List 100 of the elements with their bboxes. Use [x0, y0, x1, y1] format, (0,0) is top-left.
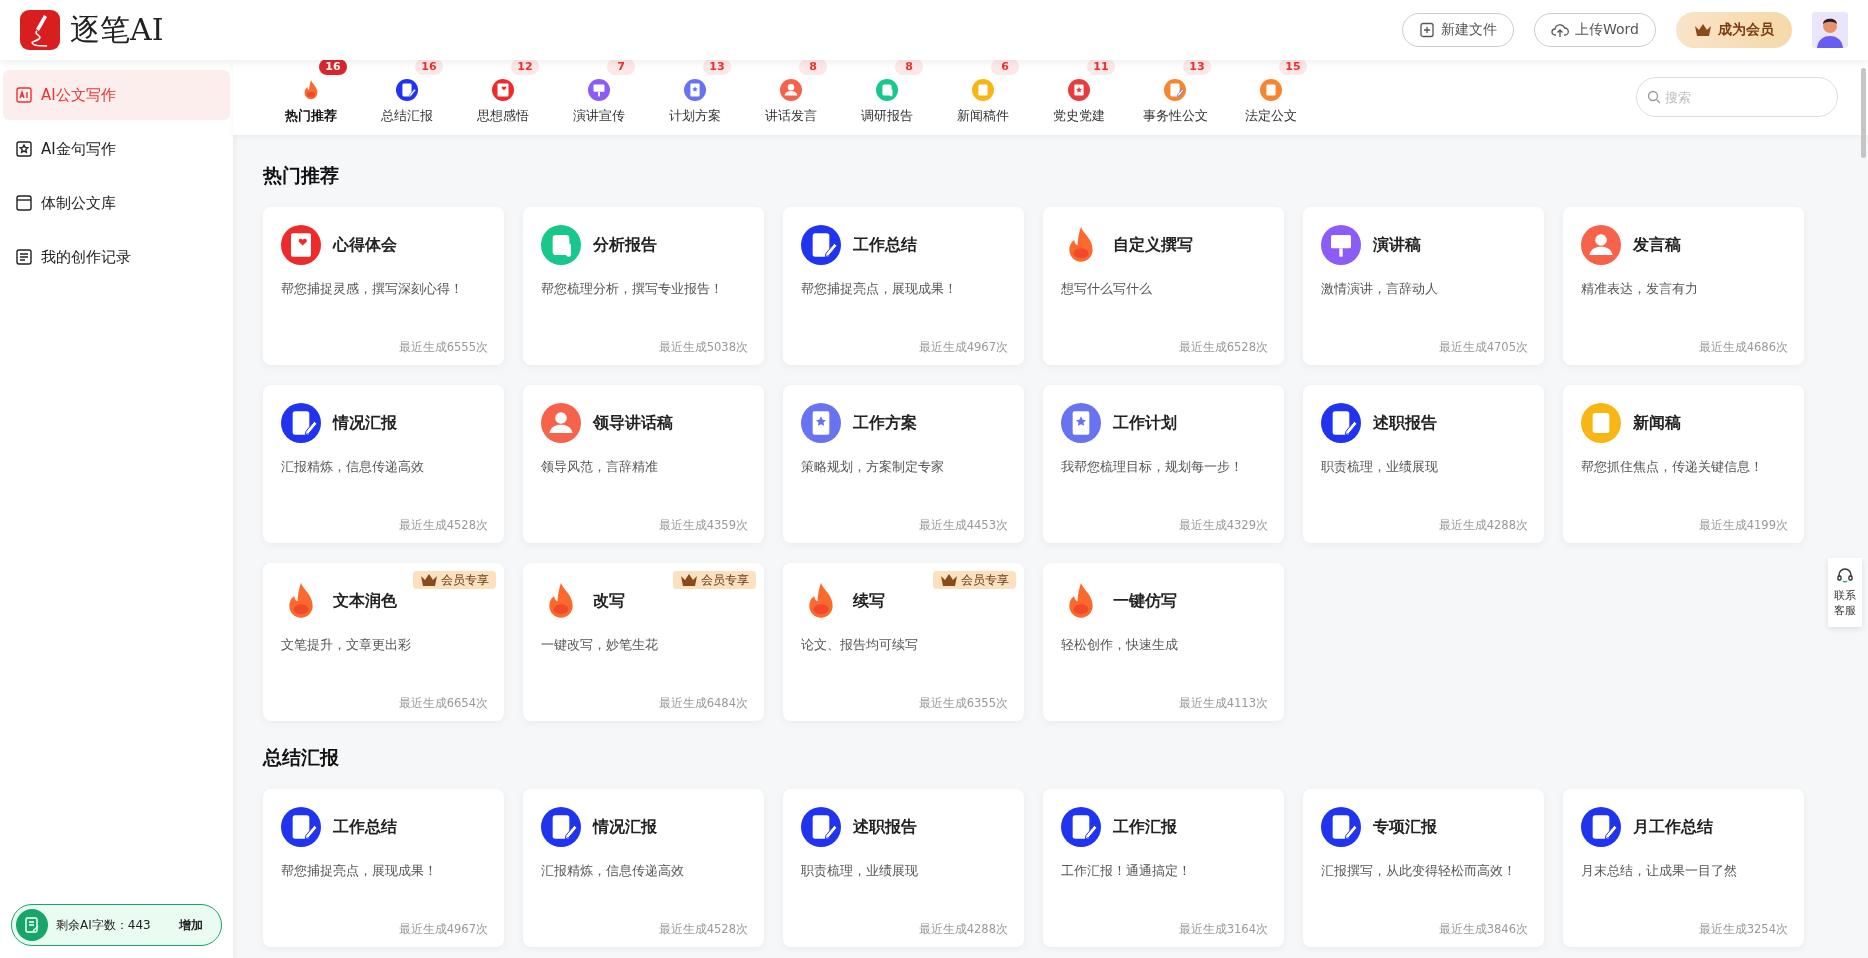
template-card[interactable]: 专项汇报 汇报撰写，从此变得轻松而高效！ 最近生成3846次	[1303, 789, 1544, 947]
upload-button[interactable]: 上传Word	[1534, 13, 1656, 47]
usage-count: 最近生成6528次	[1178, 340, 1268, 355]
card-description: 帮您捕捉灵感，撰写深刻心得！	[281, 280, 464, 298]
document-icon	[396, 79, 418, 101]
avatar[interactable]	[1812, 12, 1848, 48]
ai-document-icon	[15, 86, 33, 104]
template-card[interactable]: 工作计划 我帮您梳理目标，规划每一步！ 最近生成4329次	[1043, 385, 1284, 543]
template-card[interactable]: 述职报告 职责梳理，业绩展现 最近生成4288次	[783, 789, 1024, 947]
usage-count: 最近生成4359次	[658, 518, 748, 533]
notebook-icon	[15, 248, 33, 266]
category-tab[interactable]: 13 计划方案	[647, 59, 743, 125]
sidebar-item[interactable]: 体制公文库	[3, 178, 230, 228]
card-title: 一键仿写	[1113, 590, 1177, 612]
search-field[interactable]: 搜索	[1636, 77, 1838, 117]
usage-count: 最近生成4686次	[1698, 340, 1788, 355]
document-icon	[972, 79, 994, 101]
category-tab[interactable]: 8 讲话发言	[743, 59, 839, 125]
usage-count: 最近生成4453次	[918, 518, 1008, 533]
card-title: 工作总结	[853, 234, 917, 256]
member-badge: 会员专享	[413, 571, 496, 589]
card-title: 工作计划	[1113, 412, 1177, 434]
usage-count: 最近生成3846次	[1438, 922, 1528, 937]
heart-document-icon	[492, 79, 514, 101]
search-icon	[1647, 90, 1661, 104]
category-tab[interactable]: 7 演讲宣传	[551, 59, 647, 125]
card-title: 文本润色	[333, 590, 397, 612]
card-description: 激情演讲，言辞动人	[1321, 280, 1439, 298]
star-document-icon	[1068, 79, 1090, 101]
usage-count: 最近生成4288次	[918, 922, 1008, 937]
card-description: 职责梳理，业绩展现	[801, 862, 919, 880]
template-card[interactable]: 领导讲话稿 领导风范，言辞精准 最近生成4359次	[523, 385, 764, 543]
category-tab[interactable]: 6 新闻稿件	[935, 59, 1031, 125]
template-card[interactable]: 新闻稿 帮您抓住焦点，传递关键信息！ 最近生成4199次	[1563, 385, 1804, 543]
heart-document-icon	[281, 225, 321, 265]
template-card[interactable]: 工作汇报 工作汇报！通通搞定！ 最近生成3164次	[1043, 789, 1284, 947]
template-card[interactable]: 会员专享 续写 论文、报告均可续写 最近生成6355次	[783, 563, 1024, 721]
crown-icon	[680, 573, 698, 587]
usage-count: 最近生成4705次	[1438, 340, 1528, 355]
card-title: 月工作总结	[1633, 816, 1713, 838]
template-card[interactable]: 工作总结 帮您捕捉亮点，展现成果！ 最近生成4967次	[263, 789, 504, 947]
sidebar-item[interactable]: 我的创作记录	[3, 232, 230, 282]
star-document-icon	[15, 140, 33, 158]
card-title: 工作汇报	[1113, 816, 1177, 838]
card-description: 汇报精炼，信息传递高效	[281, 458, 425, 476]
template-card[interactable]: 情况汇报 汇报精炼，信息传递高效 最近生成4528次	[523, 789, 764, 947]
document-icon	[684, 79, 706, 101]
usage-count: 最近生成3254次	[1698, 922, 1788, 937]
template-card[interactable]: 会员专享 改写 一键改写，妙笔生花 最近生成6484次	[523, 563, 764, 721]
card-title: 专项汇报	[1373, 816, 1437, 838]
template-card[interactable]: 发言稿 精准表达，发言有力 最近生成4686次	[1563, 207, 1804, 365]
add-link[interactable]: 增加	[179, 916, 203, 934]
document-icon	[281, 403, 321, 443]
template-card[interactable]: 情况汇报 汇报精炼，信息传递高效 最近生成4528次	[263, 385, 504, 543]
presentation-icon	[588, 79, 610, 101]
category-tab[interactable]: 16 总结汇报	[359, 59, 455, 125]
sidebar-item[interactable]: AI金句写作	[3, 124, 230, 174]
card-description: 职责梳理，业绩展现	[1321, 458, 1439, 476]
card-description: 工作汇报！通通搞定！	[1061, 862, 1192, 880]
template-card[interactable]: 心得体会 帮您捕捉灵感，撰写深刻心得！ 最近生成6555次	[263, 207, 504, 365]
document-icon	[1321, 807, 1361, 847]
card-description: 帮您捕捉亮点，展现成果！	[281, 862, 438, 880]
category-tab[interactable]: 8 调研报告	[839, 59, 935, 125]
template-card[interactable]: 述职报告 职责梳理，业绩展现 最近生成4288次	[1303, 385, 1544, 543]
card-title: 工作总结	[333, 816, 397, 838]
card-title: 续写	[853, 590, 885, 612]
template-card[interactable]: 演讲稿 激情演讲，言辞动人 最近生成4705次	[1303, 207, 1544, 365]
document-icon	[1581, 403, 1621, 443]
sidebar-item[interactable]: AI公文写作	[3, 70, 230, 120]
category-tab[interactable]: 15 法定公文	[1223, 59, 1319, 125]
card-description: 想写什么写什么	[1061, 280, 1153, 298]
scrollbar[interactable]	[1861, 68, 1866, 158]
category-tab[interactable]: 12 思想感悟	[455, 59, 551, 125]
usage-count: 最近生成3164次	[1178, 922, 1268, 937]
member-badge: 会员专享	[673, 571, 756, 589]
template-card[interactable]: 会员专享 文本润色 文笔提升，文章更出彩 最近生成6654次	[263, 563, 504, 721]
usage-count: 最近生成4528次	[658, 922, 748, 937]
crown-icon	[420, 573, 438, 587]
template-card[interactable]: 一键仿写 轻松创作，快速生成 最近生成4113次	[1043, 563, 1284, 721]
template-card[interactable]: 工作方案 策略规划，方案制定专家 最近生成4453次	[783, 385, 1024, 543]
support-button[interactable]: 联系客服	[1828, 558, 1862, 627]
logo-text: 逐笔AI	[70, 10, 164, 49]
template-card[interactable]: 月工作总结 月末总结，让成果一目了然 最近生成3254次	[1563, 789, 1804, 947]
person-icon	[780, 79, 802, 101]
template-card[interactable]: 自定义撰写 想写什么写什么 最近生成6528次	[1043, 207, 1284, 365]
usage-count: 最近生成6654次	[398, 696, 488, 711]
card-description: 轻松创作，快速生成	[1061, 636, 1179, 654]
template-card[interactable]: 分析报告 帮您梳理分析，撰写专业报告！ 最近生成5038次	[523, 207, 764, 365]
new-file-button[interactable]: 新建文件	[1402, 13, 1514, 47]
card-title: 述职报告	[853, 816, 917, 838]
template-card[interactable]: 工作总结 帮您捕捉亮点，展现成果！ 最近生成4967次	[783, 207, 1024, 365]
card-title: 心得体会	[333, 234, 397, 256]
category-tab[interactable]: 11 党史党建	[1031, 59, 1127, 125]
usage-count: 最近生成4113次	[1178, 696, 1268, 711]
person-icon	[541, 403, 581, 443]
card-description: 帮您抓住焦点，传递关键信息！	[1581, 458, 1764, 476]
membership-button[interactable]: 成为会员	[1676, 12, 1792, 48]
category-tab[interactable]: 16 热门推荐	[263, 59, 359, 125]
card-description: 月末总结，让成果一目了然	[1581, 862, 1738, 880]
category-tab[interactable]: 13 事务性公文	[1127, 59, 1223, 125]
